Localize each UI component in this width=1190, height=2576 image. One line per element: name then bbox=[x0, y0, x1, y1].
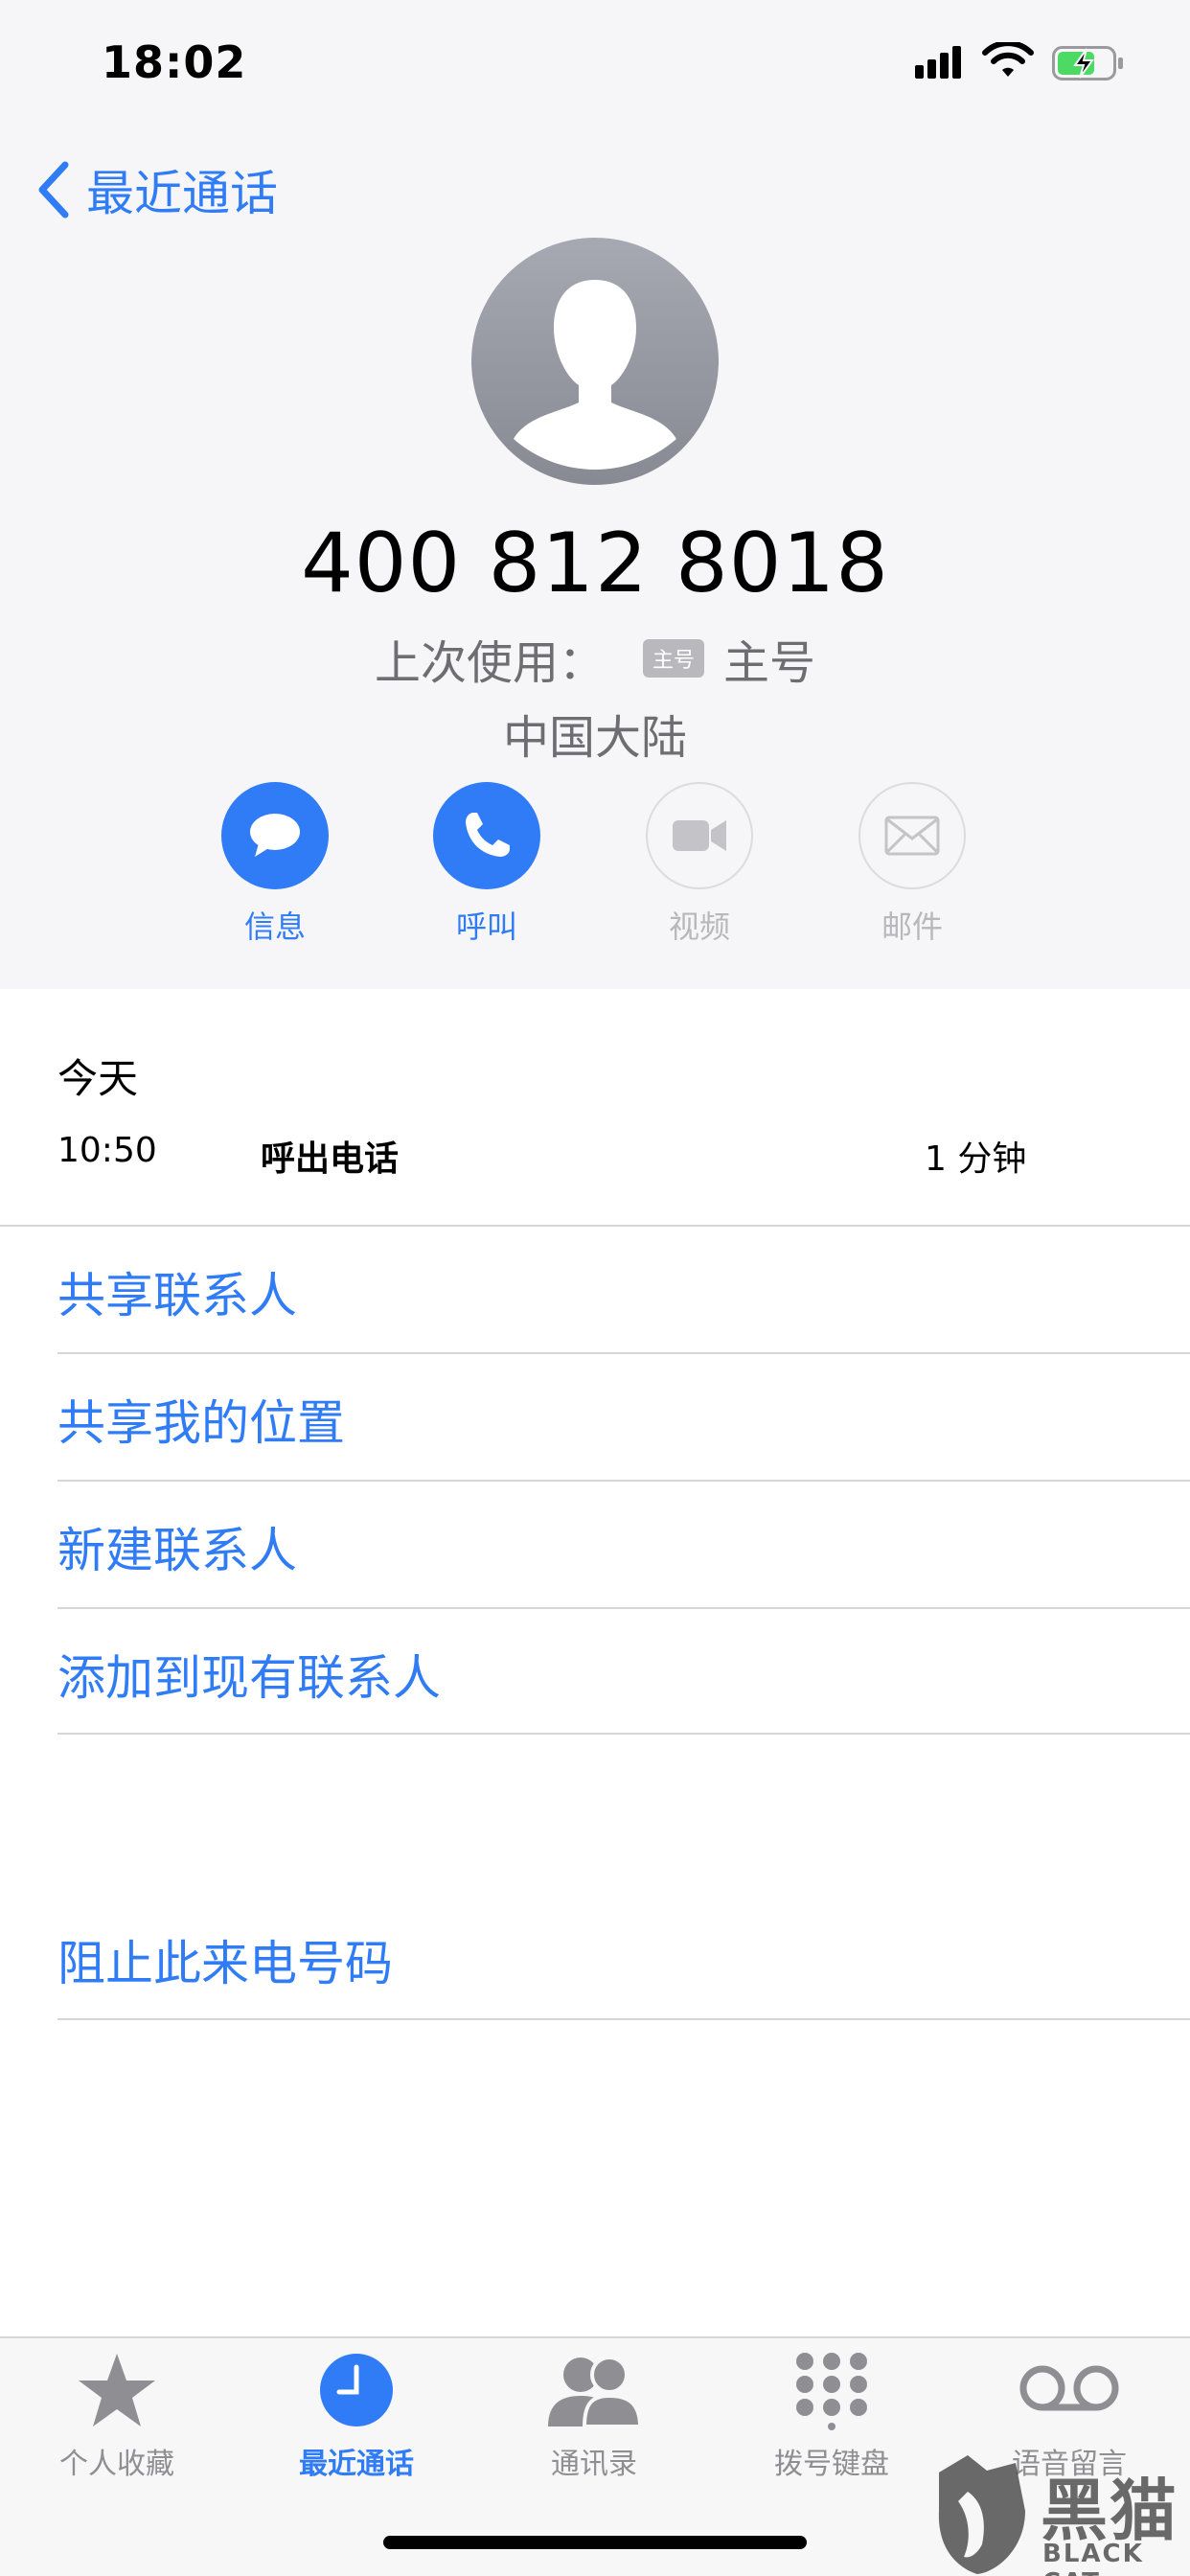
history-type: 呼出电话 bbox=[261, 1139, 400, 1179]
video-button: 视频 bbox=[646, 782, 753, 945]
home-indicator bbox=[383, 2536, 807, 2549]
wifi-icon bbox=[982, 42, 1034, 77]
last-used-label: 上次使用： bbox=[374, 636, 605, 690]
video-label: 视频 bbox=[668, 908, 730, 945]
video-icon bbox=[673, 820, 726, 851]
divider bbox=[57, 1352, 1190, 1354]
contact-avatar bbox=[471, 238, 719, 485]
divider bbox=[57, 1733, 1190, 1735]
history-entry: 10:50 呼出电话 1 分钟 bbox=[0, 1131, 1190, 1181]
sim-name: 主号 bbox=[723, 636, 816, 690]
video-circle bbox=[646, 782, 753, 889]
tab-recents[interactable]: 最近通话 bbox=[261, 2350, 452, 2482]
tab-keypad[interactable]: 拨号键盘 bbox=[736, 2350, 927, 2482]
mail-label: 邮件 bbox=[881, 908, 943, 945]
tab-contacts[interactable]: 通讯录 bbox=[498, 2350, 690, 2482]
region-label: 中国大陆 bbox=[502, 711, 687, 765]
call-circle bbox=[433, 782, 540, 889]
message-circle bbox=[221, 782, 329, 889]
tab-label: 通讯录 bbox=[551, 2448, 637, 2481]
cellular-signal-icon bbox=[915, 46, 965, 79]
phone-number: 400 812 8018 bbox=[301, 516, 889, 611]
message-label: 信息 bbox=[243, 908, 306, 945]
history-time: 10:50 bbox=[57, 1131, 157, 1170]
watermark-en: BLACK CAT bbox=[1042, 2540, 1144, 2576]
mail-icon bbox=[884, 816, 940, 856]
message-icon bbox=[250, 814, 300, 857]
chevron-left-icon bbox=[38, 161, 69, 218]
voicemail-icon bbox=[1019, 2365, 1119, 2411]
divider bbox=[57, 1480, 1190, 1482]
call-label: 呼叫 bbox=[455, 908, 517, 945]
divider bbox=[57, 2018, 1190, 2020]
watermark-logo: 黑猫 BLACK CAT bbox=[929, 2453, 1190, 2576]
star-icon bbox=[79, 2354, 155, 2426]
status-time: 18:02 bbox=[102, 36, 247, 88]
tab-label: 拨号键盘 bbox=[774, 2448, 889, 2481]
sim-badge: 主号 bbox=[642, 639, 704, 678]
clock-icon bbox=[320, 2354, 393, 2426]
back-button[interactable]: 最近通话 bbox=[34, 153, 278, 226]
new-contact-option[interactable]: 新建联系人 bbox=[57, 1512, 297, 1581]
add-to-existing-contact-option[interactable]: 添加到现有联系人 bbox=[57, 1640, 441, 1709]
person-silhouette-icon bbox=[514, 280, 676, 470]
battery-charging-icon bbox=[1052, 46, 1123, 80]
history-date: 今天 bbox=[57, 1055, 139, 1102]
call-button[interactable]: 呼叫 bbox=[433, 782, 540, 945]
message-button[interactable]: 信息 bbox=[221, 782, 329, 945]
divider bbox=[57, 1607, 1190, 1609]
share-location-option[interactable]: 共享我的位置 bbox=[57, 1385, 345, 1454]
last-used-line: 上次使用： 主号 主号 bbox=[0, 625, 1190, 692]
phone-icon bbox=[466, 813, 510, 857]
contacts-icon bbox=[548, 2356, 643, 2428]
tab-favorites[interactable]: 个人收藏 bbox=[21, 2350, 213, 2482]
share-contact-option[interactable]: 共享联系人 bbox=[57, 1257, 297, 1326]
tab-label: 最近通话 bbox=[299, 2448, 414, 2481]
history-duration: 1 分钟 bbox=[925, 1139, 1027, 1179]
mail-button: 邮件 bbox=[858, 782, 966, 945]
divider bbox=[0, 1225, 1190, 1227]
cat-logo-icon bbox=[938, 2455, 1025, 2574]
contact-header bbox=[0, 0, 1190, 989]
block-caller-option[interactable]: 阻止此来电号码 bbox=[57, 1925, 393, 1994]
tab-label: 个人收藏 bbox=[59, 2448, 174, 2481]
back-label: 最近通话 bbox=[86, 166, 278, 221]
mail-circle bbox=[858, 782, 966, 889]
keypad-icon bbox=[796, 2353, 867, 2430]
